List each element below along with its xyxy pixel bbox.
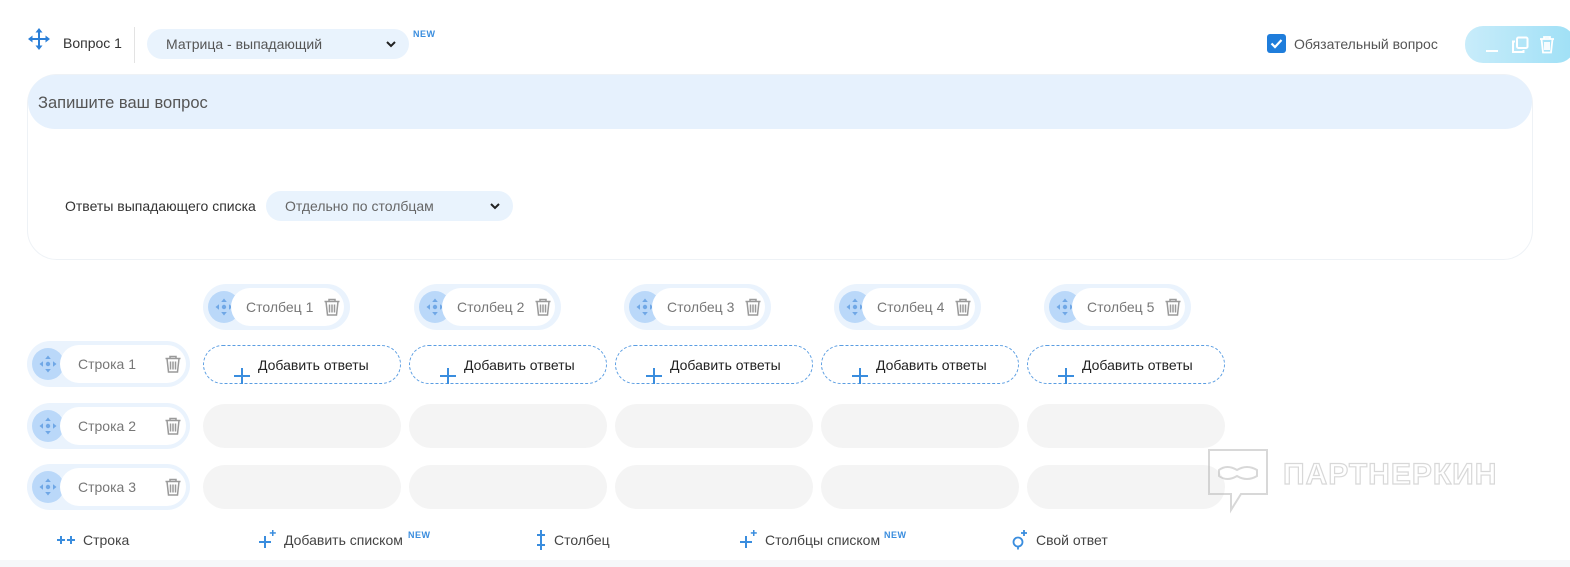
add-answers-button[interactable]: Добавить ответы bbox=[409, 345, 607, 384]
dropdown-answers-select[interactable]: Отдельно по столбцам bbox=[266, 191, 513, 221]
add-answers-button[interactable]: Добавить ответы bbox=[1027, 345, 1225, 384]
column-header-2: Столбец 2 bbox=[414, 284, 561, 330]
column-header-1: Столбец 1 bbox=[203, 284, 350, 330]
trash-icon[interactable] bbox=[533, 297, 553, 317]
trash-icon[interactable] bbox=[1163, 297, 1183, 317]
add-answers-label: Добавить ответы bbox=[464, 357, 575, 373]
drag-move-icon[interactable] bbox=[27, 27, 51, 51]
add-row-label: Строка bbox=[83, 532, 130, 548]
add-answers-label: Добавить ответы bbox=[258, 357, 369, 373]
own-answer-label: Свой ответ bbox=[1036, 532, 1108, 548]
question-text-input[interactable]: Запишите ваш вопрос bbox=[28, 75, 1532, 129]
matrix-cell bbox=[615, 465, 813, 509]
trash-icon[interactable] bbox=[953, 297, 973, 317]
column-header-3: Столбец 3 bbox=[624, 284, 771, 330]
column-name: Столбец 1 bbox=[246, 299, 314, 315]
required-checkbox[interactable] bbox=[1267, 34, 1286, 53]
column-header-5: Столбец 5 bbox=[1044, 284, 1191, 330]
row-header-3: Строка 3 bbox=[27, 464, 190, 510]
question-type-select[interactable]: Матрица - выпадающий bbox=[147, 29, 409, 59]
matrix-cell bbox=[409, 404, 607, 448]
column-name: Столбец 2 bbox=[457, 299, 525, 315]
row-name: Строка 3 bbox=[78, 479, 136, 495]
add-answers-label: Добавить ответы bbox=[1082, 357, 1193, 373]
add-column-label: Столбец bbox=[554, 532, 610, 548]
add-answers-button[interactable]: Добавить ответы bbox=[821, 345, 1019, 384]
header-divider bbox=[134, 27, 135, 63]
add-list-label: Добавить списком bbox=[284, 532, 403, 548]
dropdown-answers-value: Отдельно по столбцам bbox=[285, 198, 434, 214]
row-header-2: Строка 2 bbox=[27, 403, 190, 449]
person-plus-icon bbox=[1011, 528, 1029, 550]
sparkle-plus-icon bbox=[259, 529, 277, 549]
partnerkin-watermark: ПАРТНЕРКИН bbox=[1207, 448, 1537, 514]
matrix-cell bbox=[409, 465, 607, 509]
trash-icon[interactable] bbox=[163, 477, 183, 497]
watermark-text: ПАРТНЕРКИН bbox=[1282, 457, 1498, 491]
trash-icon[interactable] bbox=[743, 297, 763, 317]
plus-plus-icon bbox=[57, 533, 75, 547]
trash-icon[interactable] bbox=[322, 297, 342, 317]
add-answers-button[interactable]: Добавить ответы bbox=[203, 345, 401, 384]
question-number: Вопрос 1 bbox=[63, 35, 122, 51]
sparkle-plus-icon bbox=[740, 529, 758, 549]
new-badge: NEW bbox=[408, 530, 431, 540]
bottom-strip bbox=[0, 560, 1570, 567]
question-toolbar bbox=[1465, 26, 1570, 63]
matrix-cell bbox=[615, 404, 813, 448]
columns-list-label: Столбцы списком bbox=[765, 532, 881, 548]
matrix-cell bbox=[203, 465, 401, 509]
chevron-down-icon bbox=[385, 38, 397, 50]
add-answers-button[interactable]: Добавить ответы bbox=[615, 345, 813, 384]
chevron-down-icon bbox=[489, 200, 501, 212]
trash-icon[interactable] bbox=[163, 354, 183, 374]
question-type-value: Матрица - выпадающий bbox=[166, 36, 323, 52]
column-header-4: Столбец 4 bbox=[834, 284, 981, 330]
matrix-cell bbox=[1027, 404, 1225, 448]
trash-icon[interactable] bbox=[1538, 35, 1556, 54]
minimize-icon[interactable] bbox=[1485, 37, 1499, 53]
matrix-cell bbox=[203, 404, 401, 448]
matrix-cell bbox=[821, 404, 1019, 448]
row-name: Строка 1 bbox=[78, 356, 136, 372]
add-answers-label: Добавить ответы bbox=[876, 357, 987, 373]
duplicate-icon[interactable] bbox=[1511, 36, 1529, 54]
row-name: Строка 2 bbox=[78, 418, 136, 434]
row-header-1: Строка 1 bbox=[27, 341, 190, 387]
column-name: Столбец 4 bbox=[877, 299, 945, 315]
column-plus-icon bbox=[536, 530, 546, 550]
add-answers-label: Добавить ответы bbox=[670, 357, 781, 373]
column-name: Столбец 3 bbox=[667, 299, 735, 315]
new-badge: NEW bbox=[413, 29, 436, 39]
required-label: Обязательный вопрос bbox=[1294, 36, 1438, 52]
dropdown-answers-label: Ответы выпадающего списка bbox=[65, 198, 256, 214]
column-name: Столбец 5 bbox=[1087, 299, 1155, 315]
matrix-cell bbox=[821, 465, 1019, 509]
trash-icon[interactable] bbox=[163, 416, 183, 436]
new-badge: NEW bbox=[884, 530, 907, 540]
matrix-cell bbox=[1027, 465, 1225, 509]
